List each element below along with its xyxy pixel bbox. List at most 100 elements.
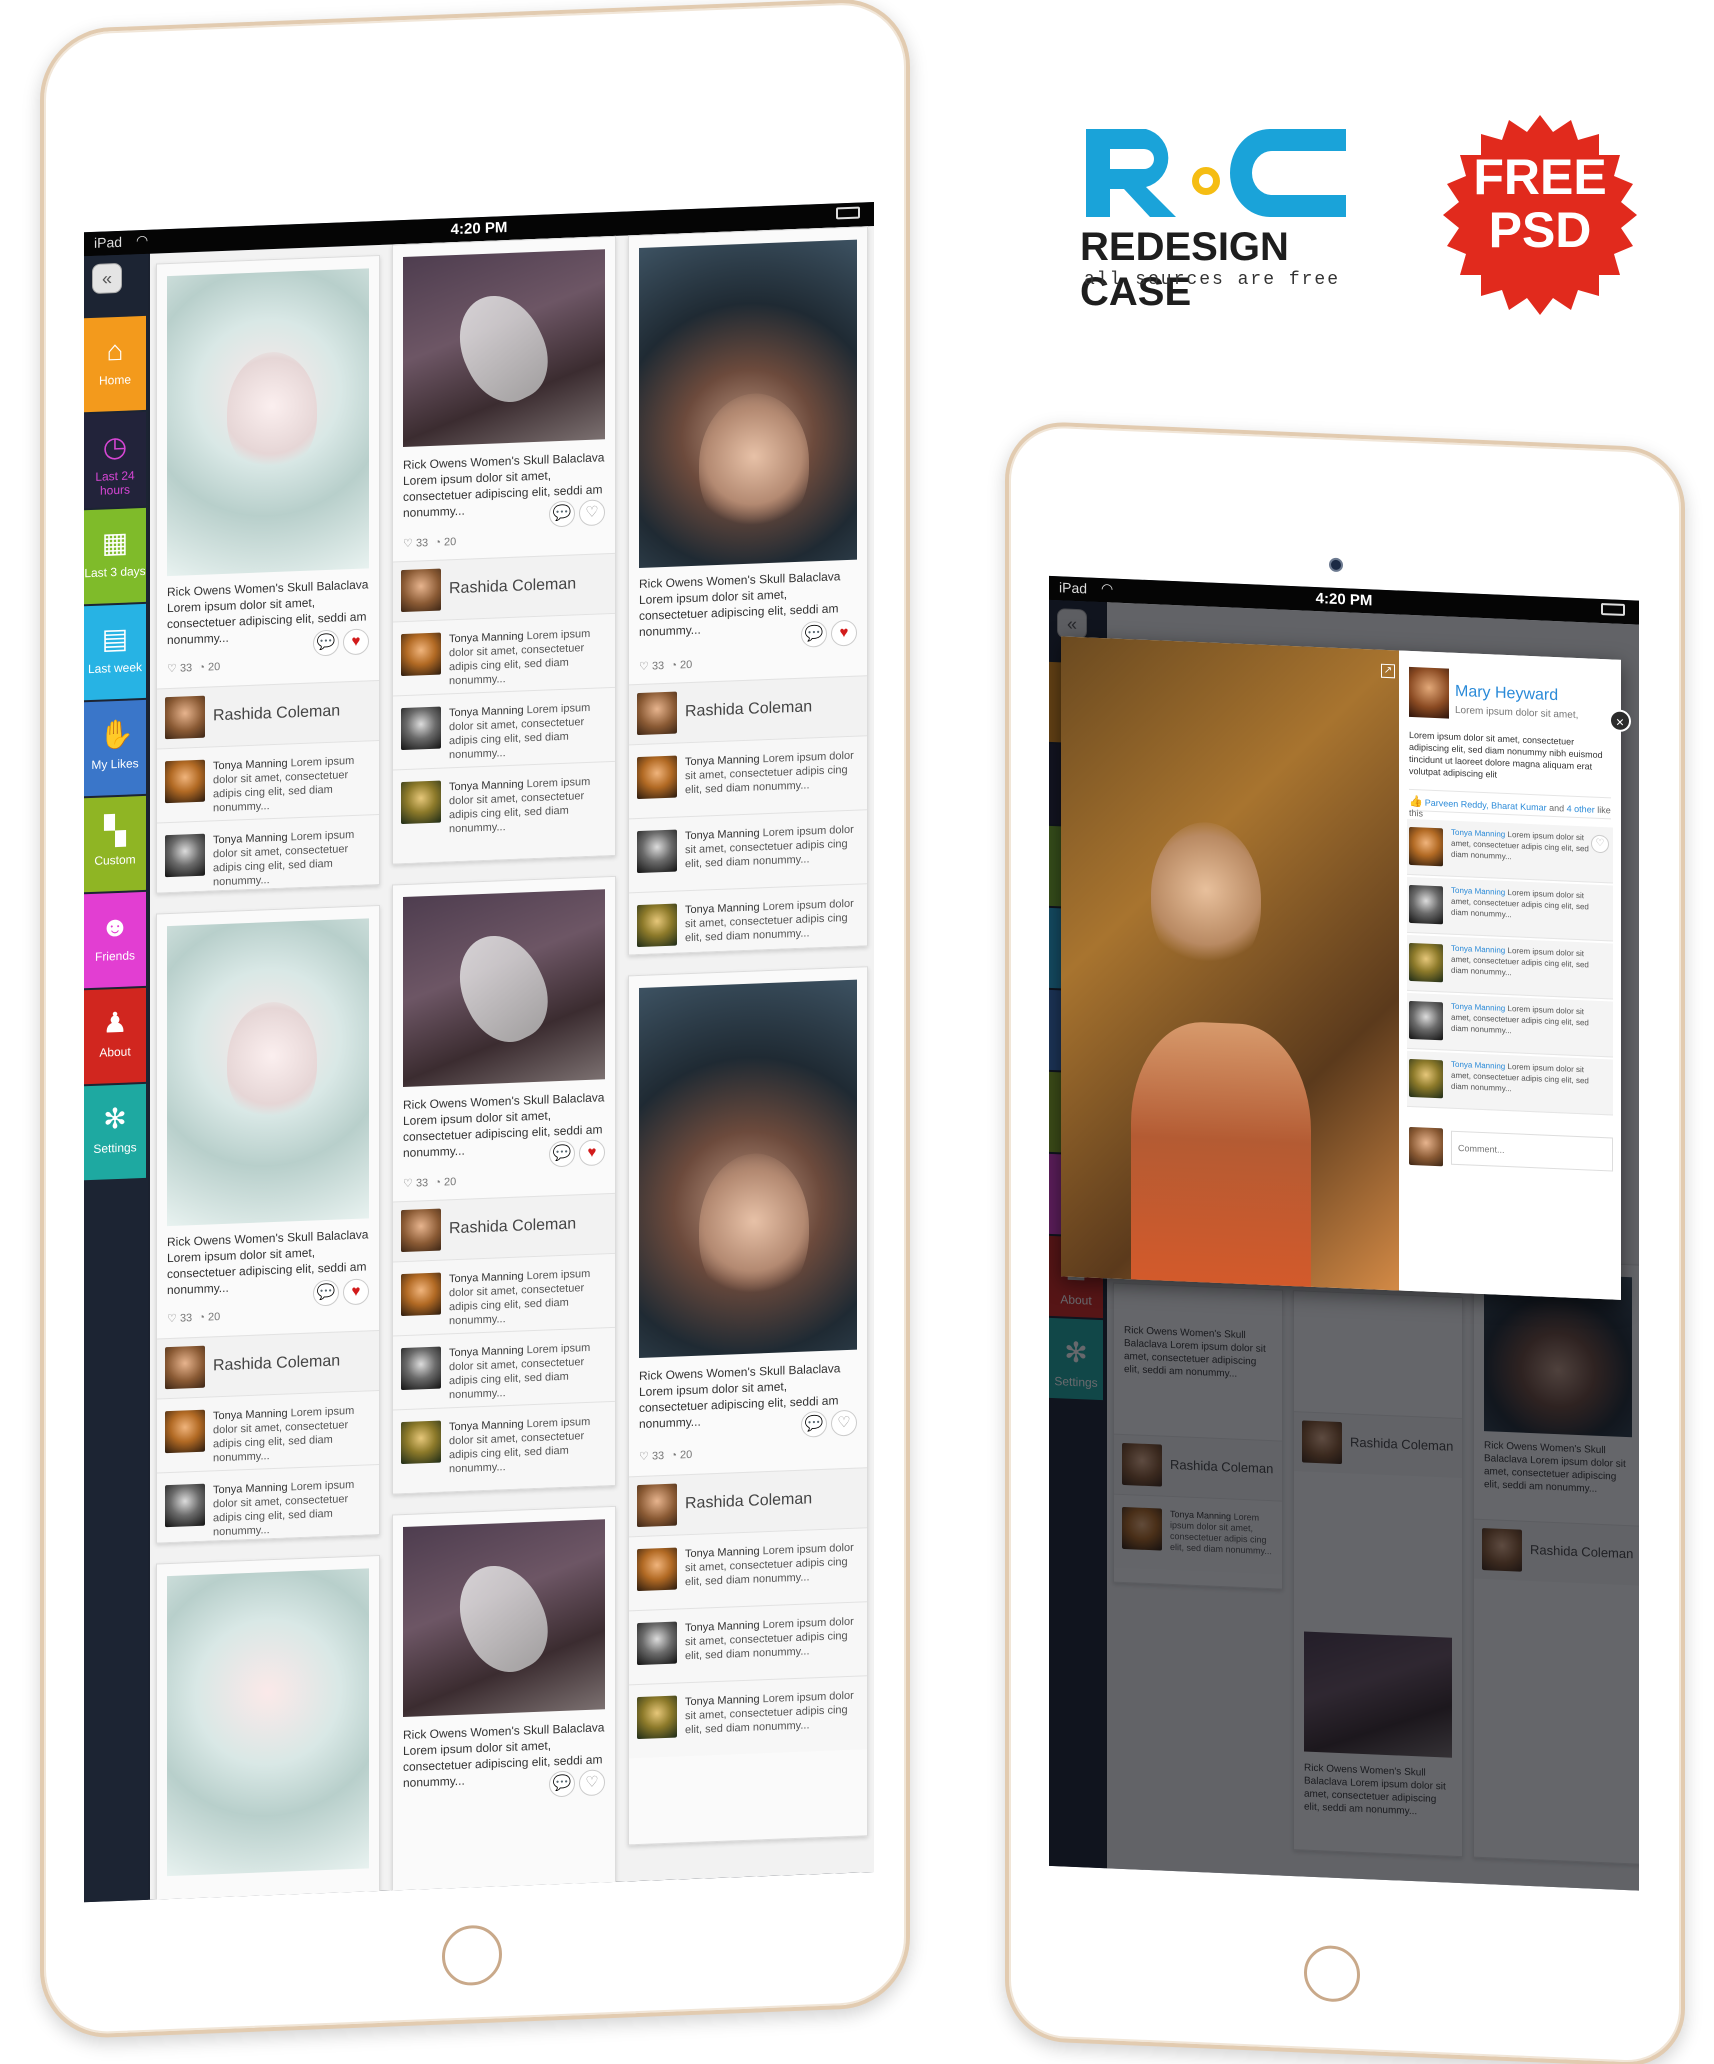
post-image[interactable] xyxy=(403,889,605,1088)
avatar[interactable] xyxy=(401,780,441,825)
comment-author[interactable]: Tonya Manning xyxy=(449,1344,524,1359)
post-image[interactable] xyxy=(403,249,605,448)
avatar[interactable] xyxy=(165,759,205,804)
comment-icon[interactable]: 💬 xyxy=(549,1140,575,1168)
likes-others-link[interactable]: 4 other xyxy=(1567,804,1595,815)
avatar[interactable] xyxy=(637,755,677,800)
avatar[interactable] xyxy=(637,691,677,736)
comment-author[interactable]: Tonya Manning xyxy=(449,1418,524,1433)
avatar[interactable] xyxy=(637,829,677,874)
post-author[interactable]: Rashida Coleman xyxy=(629,1467,867,1537)
comment-author[interactable]: Tonya Manning xyxy=(685,1545,760,1560)
comment-author[interactable]: Tonya Manning xyxy=(449,778,524,793)
avatar[interactable] xyxy=(1409,1058,1443,1099)
avatar[interactable] xyxy=(401,1272,441,1317)
author-name[interactable]: Rashida Coleman xyxy=(213,702,340,725)
avatar[interactable] xyxy=(637,1547,677,1592)
heart-icon[interactable]: ♥ xyxy=(831,619,857,647)
author-name[interactable]: Rashida Coleman xyxy=(685,1490,812,1513)
heart-icon[interactable]: ♥ xyxy=(343,1278,369,1306)
avatar[interactable] xyxy=(165,833,205,878)
post-card[interactable]: Rick Owens Women's Skull Balaclava Lorem… xyxy=(628,226,868,956)
sidebar-item-custom[interactable]: ▚ Custom xyxy=(84,795,146,893)
post-author[interactable]: Rashida Coleman xyxy=(629,675,867,745)
avatar[interactable] xyxy=(401,1346,441,1391)
comment-icon[interactable]: 💬 xyxy=(549,1770,575,1798)
avatar[interactable] xyxy=(165,1345,205,1390)
heart-icon[interactable]: ♥ xyxy=(343,628,369,656)
comment-author[interactable]: Tonya Manning xyxy=(449,630,524,645)
post-author[interactable]: Rashida Coleman xyxy=(157,1329,379,1399)
avatar[interactable] xyxy=(401,632,441,677)
comment-icon[interactable]: 💬 xyxy=(313,629,339,657)
author-name[interactable]: Rashida Coleman xyxy=(685,698,812,721)
comment-icon[interactable]: 💬 xyxy=(801,1410,827,1438)
heart-icon[interactable]: ♡ xyxy=(1591,834,1609,854)
comment-author[interactable]: Tonya Manning xyxy=(685,827,760,842)
comment-author[interactable]: Tonya Manning xyxy=(213,757,288,772)
author-name[interactable]: Rashida Coleman xyxy=(449,575,576,598)
comment-author[interactable]: Tonya Manning xyxy=(1451,886,1505,897)
post-author[interactable]: Rashida Coleman xyxy=(393,552,615,622)
close-icon[interactable]: × xyxy=(1609,709,1631,733)
heart-icon[interactable]: ♡ xyxy=(579,499,605,527)
home-button[interactable] xyxy=(442,1924,502,1987)
comment-author[interactable]: Tonya Manning xyxy=(685,1693,760,1708)
comment-author[interactable]: Tonya Manning xyxy=(685,1619,760,1634)
comment-icon[interactable]: 💬 xyxy=(801,620,827,648)
avatar[interactable] xyxy=(637,1695,677,1740)
heart-icon[interactable]: ♥ xyxy=(579,1139,605,1167)
avatar[interactable] xyxy=(637,903,677,948)
comment-author[interactable]: Tonya Manning xyxy=(213,1481,288,1496)
avatar[interactable] xyxy=(637,1483,677,1528)
avatar[interactable] xyxy=(1409,942,1443,983)
comment-author[interactable]: Tonya Manning xyxy=(1451,1002,1505,1013)
comment-author[interactable]: Tonya Manning xyxy=(685,901,760,916)
home-button[interactable] xyxy=(1304,1944,1360,2003)
avatar[interactable] xyxy=(401,1208,441,1253)
avatar[interactable] xyxy=(1409,1000,1443,1041)
avatar[interactable] xyxy=(401,568,441,613)
sidebar-item-friends[interactable]: ☻ Friends xyxy=(84,891,146,989)
comment-author[interactable]: Tonya Manning xyxy=(449,704,524,719)
post-image[interactable] xyxy=(167,268,369,577)
comment-author[interactable]: Tonya Manning xyxy=(213,1407,288,1422)
sidebar-item-last-24-hours[interactable]: ◷ Last 24 hours xyxy=(84,411,146,509)
avatar[interactable] xyxy=(401,706,441,751)
sidebar-item-settings[interactable]: ✻ Settings xyxy=(84,1083,146,1181)
post-card[interactable]: Rick Owens Women's Skull Balaclava Lorem… xyxy=(156,254,380,894)
avatar[interactable] xyxy=(1409,826,1443,867)
avatar[interactable] xyxy=(165,1409,205,1454)
comment-author[interactable]: Tonya Manning xyxy=(449,1270,524,1285)
post-author[interactable]: Rashida Coleman xyxy=(157,679,379,749)
comment-icon[interactable]: 💬 xyxy=(549,500,575,528)
post-image[interactable] xyxy=(167,918,369,1227)
post-image[interactable] xyxy=(639,239,857,568)
post-image[interactable] xyxy=(167,1568,369,1877)
double-chevron-left-icon[interactable]: « xyxy=(92,262,122,295)
author-name[interactable]: Rashida Coleman xyxy=(213,1352,340,1375)
sidebar-item-about[interactable]: ♟ About xyxy=(84,987,146,1085)
likers-names[interactable]: Parveen Reddy, Bharat Kumar xyxy=(1425,798,1547,813)
author-name[interactable]: Rashida Coleman xyxy=(449,1215,576,1238)
post-card[interactable]: Rick Owens Women's Skull Balaclava Lorem… xyxy=(628,966,868,1846)
comment-input[interactable] xyxy=(1451,1130,1613,1172)
avatar[interactable] xyxy=(637,1621,677,1666)
sidebar-item-last-3-days[interactable]: ▦ Last 3 days xyxy=(84,507,146,605)
avatar[interactable] xyxy=(1409,666,1449,719)
avatar[interactable] xyxy=(1409,884,1443,925)
post-card[interactable]: Rick Owens Women's Skull Balaclava Lorem… xyxy=(156,904,380,1544)
comment-author[interactable]: Tonya Manning xyxy=(1451,1060,1505,1071)
sidebar-item-last-week[interactable]: ▤ Last week xyxy=(84,603,146,701)
post-image[interactable] xyxy=(639,979,857,1358)
avatar[interactable] xyxy=(165,1483,205,1528)
sidebar-item-my-likes[interactable]: ✋ My Likes xyxy=(84,699,146,797)
expand-icon[interactable]: ↗ xyxy=(1381,663,1395,679)
comment-author[interactable]: Tonya Manning xyxy=(1451,828,1505,839)
heart-icon[interactable]: ♡ xyxy=(831,1409,857,1437)
post-card[interactable]: Rick Owens Women's Skull Balaclava Lorem… xyxy=(392,235,616,865)
avatar[interactable] xyxy=(165,695,205,740)
sidebar-item-home[interactable]: ⌂ Home xyxy=(84,315,146,413)
comment-author[interactable]: Tonya Manning xyxy=(213,831,288,846)
heart-icon[interactable]: ♡ xyxy=(579,1769,605,1797)
